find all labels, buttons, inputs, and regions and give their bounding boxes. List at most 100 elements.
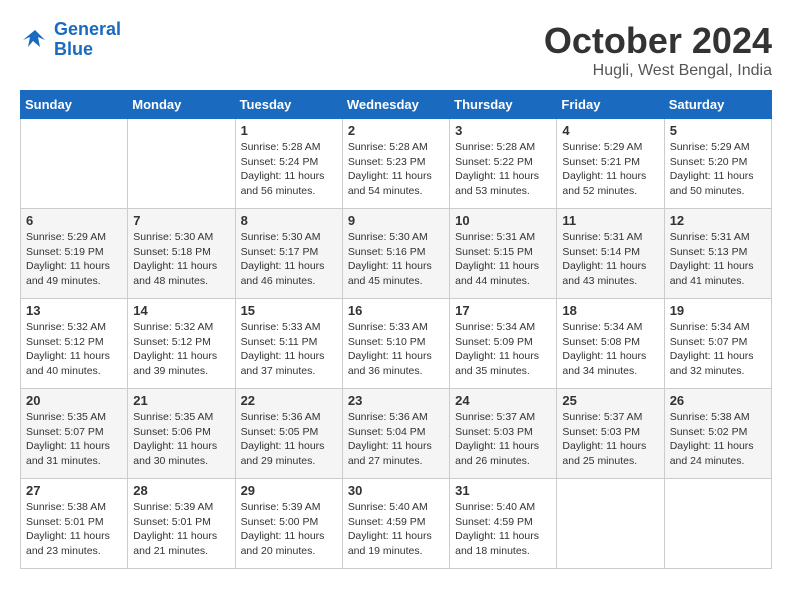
day-detail: Sunrise: 5:33 AMSunset: 5:11 PMDaylight:… <box>241 320 337 379</box>
day-detail: Sunrise: 5:35 AMSunset: 5:07 PMDaylight:… <box>26 410 122 469</box>
day-detail: Sunrise: 5:39 AMSunset: 5:01 PMDaylight:… <box>133 500 229 559</box>
calendar-cell: 29 Sunrise: 5:39 AMSunset: 5:00 PMDaylig… <box>235 479 342 569</box>
logo-line1: General <box>54 19 121 39</box>
day-number: 22 <box>241 393 337 408</box>
day-number: 1 <box>241 123 337 138</box>
day-detail: Sunrise: 5:31 AMSunset: 5:13 PMDaylight:… <box>670 230 766 289</box>
calendar-table: SundayMondayTuesdayWednesdayThursdayFrid… <box>20 90 772 569</box>
day-detail: Sunrise: 5:38 AMSunset: 5:02 PMDaylight:… <box>670 410 766 469</box>
day-number: 28 <box>133 483 229 498</box>
day-detail: Sunrise: 5:32 AMSunset: 5:12 PMDaylight:… <box>26 320 122 379</box>
day-detail: Sunrise: 5:34 AMSunset: 5:07 PMDaylight:… <box>670 320 766 379</box>
calendar-cell: 24 Sunrise: 5:37 AMSunset: 5:03 PMDaylig… <box>450 389 557 479</box>
day-number: 24 <box>455 393 551 408</box>
day-detail: Sunrise: 5:30 AMSunset: 5:18 PMDaylight:… <box>133 230 229 289</box>
day-detail: Sunrise: 5:38 AMSunset: 5:01 PMDaylight:… <box>26 500 122 559</box>
day-number: 25 <box>562 393 658 408</box>
day-detail: Sunrise: 5:28 AMSunset: 5:23 PMDaylight:… <box>348 140 444 199</box>
day-number: 2 <box>348 123 444 138</box>
column-header-tuesday: Tuesday <box>235 91 342 119</box>
day-detail: Sunrise: 5:31 AMSunset: 5:14 PMDaylight:… <box>562 230 658 289</box>
calendar-header-row: SundayMondayTuesdayWednesdayThursdayFrid… <box>21 91 772 119</box>
calendar-cell <box>128 119 235 209</box>
location: Hugli, West Bengal, India <box>544 62 772 80</box>
calendar-cell: 27 Sunrise: 5:38 AMSunset: 5:01 PMDaylig… <box>21 479 128 569</box>
day-number: 4 <box>562 123 658 138</box>
calendar-cell: 18 Sunrise: 5:34 AMSunset: 5:08 PMDaylig… <box>557 299 664 389</box>
day-number: 11 <box>562 213 658 228</box>
day-detail: Sunrise: 5:28 AMSunset: 5:24 PMDaylight:… <box>241 140 337 199</box>
day-number: 18 <box>562 303 658 318</box>
day-detail: Sunrise: 5:29 AMSunset: 5:20 PMDaylight:… <box>670 140 766 199</box>
day-number: 31 <box>455 483 551 498</box>
day-number: 16 <box>348 303 444 318</box>
calendar-week-row: 27 Sunrise: 5:38 AMSunset: 5:01 PMDaylig… <box>21 479 772 569</box>
day-detail: Sunrise: 5:37 AMSunset: 5:03 PMDaylight:… <box>455 410 551 469</box>
day-number: 12 <box>670 213 766 228</box>
day-number: 27 <box>26 483 122 498</box>
calendar-cell: 28 Sunrise: 5:39 AMSunset: 5:01 PMDaylig… <box>128 479 235 569</box>
day-number: 21 <box>133 393 229 408</box>
column-header-saturday: Saturday <box>664 91 771 119</box>
day-number: 3 <box>455 123 551 138</box>
day-number: 20 <box>26 393 122 408</box>
day-detail: Sunrise: 5:30 AMSunset: 5:16 PMDaylight:… <box>348 230 444 289</box>
logo-text: General Blue <box>54 20 121 60</box>
day-number: 7 <box>133 213 229 228</box>
day-detail: Sunrise: 5:30 AMSunset: 5:17 PMDaylight:… <box>241 230 337 289</box>
calendar-cell: 4 Sunrise: 5:29 AMSunset: 5:21 PMDayligh… <box>557 119 664 209</box>
day-number: 14 <box>133 303 229 318</box>
calendar-cell: 13 Sunrise: 5:32 AMSunset: 5:12 PMDaylig… <box>21 299 128 389</box>
calendar-cell: 3 Sunrise: 5:28 AMSunset: 5:22 PMDayligh… <box>450 119 557 209</box>
calendar-cell: 22 Sunrise: 5:36 AMSunset: 5:05 PMDaylig… <box>235 389 342 479</box>
day-number: 10 <box>455 213 551 228</box>
calendar-week-row: 13 Sunrise: 5:32 AMSunset: 5:12 PMDaylig… <box>21 299 772 389</box>
column-header-friday: Friday <box>557 91 664 119</box>
day-detail: Sunrise: 5:29 AMSunset: 5:21 PMDaylight:… <box>562 140 658 199</box>
calendar-cell: 23 Sunrise: 5:36 AMSunset: 5:04 PMDaylig… <box>342 389 449 479</box>
column-header-thursday: Thursday <box>450 91 557 119</box>
day-number: 5 <box>670 123 766 138</box>
calendar-cell: 15 Sunrise: 5:33 AMSunset: 5:11 PMDaylig… <box>235 299 342 389</box>
calendar-cell: 20 Sunrise: 5:35 AMSunset: 5:07 PMDaylig… <box>21 389 128 479</box>
day-detail: Sunrise: 5:29 AMSunset: 5:19 PMDaylight:… <box>26 230 122 289</box>
calendar-cell: 31 Sunrise: 5:40 AMSunset: 4:59 PMDaylig… <box>450 479 557 569</box>
day-number: 23 <box>348 393 444 408</box>
logo: General Blue <box>20 20 121 60</box>
day-number: 9 <box>348 213 444 228</box>
calendar-cell: 9 Sunrise: 5:30 AMSunset: 5:16 PMDayligh… <box>342 209 449 299</box>
calendar-cell: 25 Sunrise: 5:37 AMSunset: 5:03 PMDaylig… <box>557 389 664 479</box>
calendar-cell: 8 Sunrise: 5:30 AMSunset: 5:17 PMDayligh… <box>235 209 342 299</box>
month-title: October 2024 <box>544 20 772 62</box>
day-number: 6 <box>26 213 122 228</box>
day-detail: Sunrise: 5:32 AMSunset: 5:12 PMDaylight:… <box>133 320 229 379</box>
day-detail: Sunrise: 5:35 AMSunset: 5:06 PMDaylight:… <box>133 410 229 469</box>
calendar-cell: 2 Sunrise: 5:28 AMSunset: 5:23 PMDayligh… <box>342 119 449 209</box>
day-number: 8 <box>241 213 337 228</box>
day-detail: Sunrise: 5:34 AMSunset: 5:09 PMDaylight:… <box>455 320 551 379</box>
calendar-cell: 1 Sunrise: 5:28 AMSunset: 5:24 PMDayligh… <box>235 119 342 209</box>
day-detail: Sunrise: 5:39 AMSunset: 5:00 PMDaylight:… <box>241 500 337 559</box>
calendar-cell: 5 Sunrise: 5:29 AMSunset: 5:20 PMDayligh… <box>664 119 771 209</box>
day-detail: Sunrise: 5:40 AMSunset: 4:59 PMDaylight:… <box>348 500 444 559</box>
day-detail: Sunrise: 5:40 AMSunset: 4:59 PMDaylight:… <box>455 500 551 559</box>
calendar-cell: 6 Sunrise: 5:29 AMSunset: 5:19 PMDayligh… <box>21 209 128 299</box>
logo-line2: Blue <box>54 40 121 60</box>
calendar-cell <box>557 479 664 569</box>
calendar-cell: 12 Sunrise: 5:31 AMSunset: 5:13 PMDaylig… <box>664 209 771 299</box>
day-detail: Sunrise: 5:36 AMSunset: 5:05 PMDaylight:… <box>241 410 337 469</box>
column-header-wednesday: Wednesday <box>342 91 449 119</box>
calendar-cell: 7 Sunrise: 5:30 AMSunset: 5:18 PMDayligh… <box>128 209 235 299</box>
calendar-week-row: 6 Sunrise: 5:29 AMSunset: 5:19 PMDayligh… <box>21 209 772 299</box>
day-number: 13 <box>26 303 122 318</box>
column-header-sunday: Sunday <box>21 91 128 119</box>
calendar-cell: 16 Sunrise: 5:33 AMSunset: 5:10 PMDaylig… <box>342 299 449 389</box>
page-header: General Blue October 2024 Hugli, West Be… <box>20 20 772 80</box>
day-number: 29 <box>241 483 337 498</box>
day-number: 17 <box>455 303 551 318</box>
day-detail: Sunrise: 5:36 AMSunset: 5:04 PMDaylight:… <box>348 410 444 469</box>
day-number: 15 <box>241 303 337 318</box>
calendar-week-row: 20 Sunrise: 5:35 AMSunset: 5:07 PMDaylig… <box>21 389 772 479</box>
day-detail: Sunrise: 5:34 AMSunset: 5:08 PMDaylight:… <box>562 320 658 379</box>
title-block: October 2024 Hugli, West Bengal, India <box>544 20 772 80</box>
